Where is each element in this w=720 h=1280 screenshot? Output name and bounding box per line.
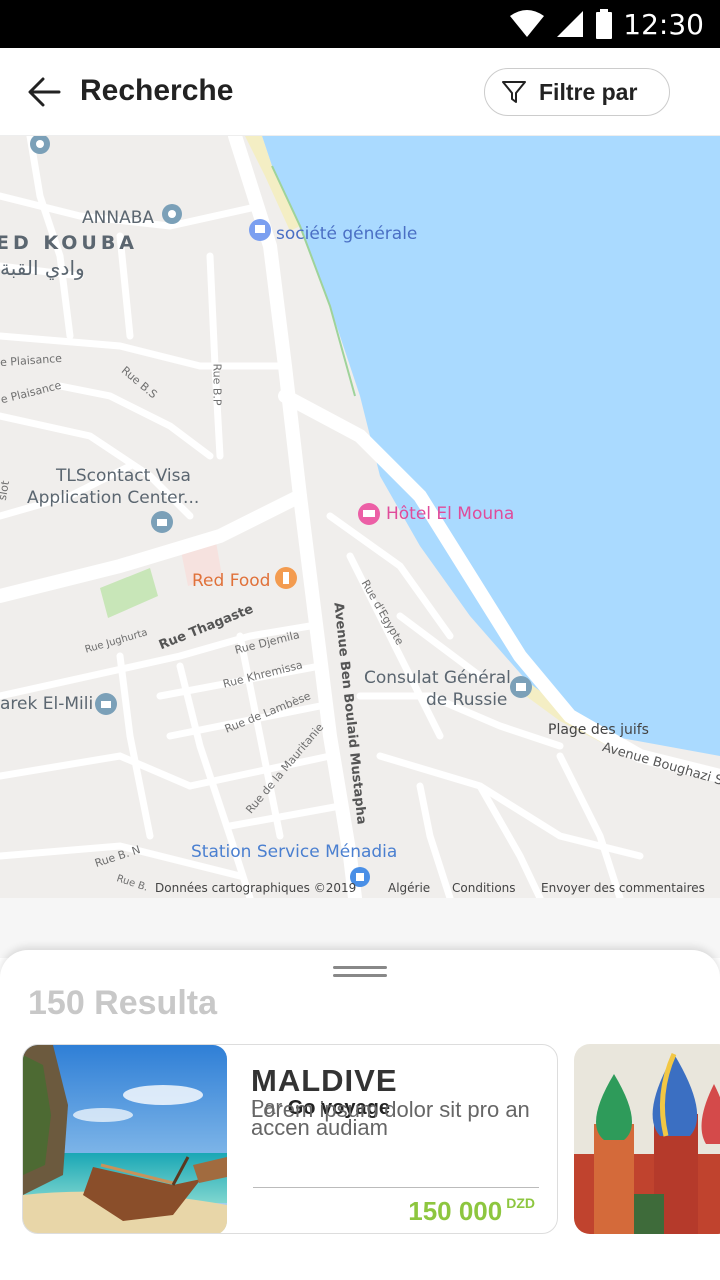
map-label-hotel: Hôtel El Mouna [386, 504, 515, 524]
drag-handle[interactable] [333, 966, 387, 980]
result-card-next[interactable] [574, 1044, 720, 1234]
result-card-currency: DZD [506, 1195, 535, 1211]
result-card-description: Lorem ipsum dolor sit pro an accen audia… [251, 1097, 530, 1140]
arrow-left-icon [28, 77, 61, 107]
map-label-plage: Plage des juifs [548, 722, 649, 738]
wifi-icon [510, 10, 545, 37]
filter-button[interactable]: Filtre par [484, 68, 670, 116]
result-card-next-image [574, 1044, 720, 1234]
map-view[interactable]: ANNABA ED KOUBA وادي القبة société génér… [0, 136, 720, 898]
map-label-kouba-ar: وادي القبة [0, 256, 85, 280]
map-attribution-country: Algérie [388, 881, 431, 895]
map-label-societe: société générale [276, 224, 418, 244]
results-sheet[interactable]: 150 Resulta MALDIVE Par Go voyage Lorem … [0, 950, 720, 1280]
pin-hotel [358, 503, 380, 525]
signal-icon [557, 11, 584, 37]
map-feedback-link[interactable]: Envoyer des commentaires [541, 881, 705, 895]
back-button[interactable] [22, 70, 66, 114]
pin-tarek [95, 693, 117, 715]
app-bar: Recherche Filtre par [0, 48, 720, 136]
pin-consulat [510, 676, 532, 698]
map-label-tls-2: Application Center... [27, 488, 200, 508]
results-count: 150 Resulta [28, 984, 217, 1022]
filter-icon [502, 81, 526, 103]
map-terms-link[interactable]: Conditions [452, 881, 516, 895]
battery-icon [596, 9, 613, 39]
map-label-station: Station Service Ménadia [191, 842, 398, 862]
map-bottom-strip [0, 898, 720, 958]
pin-tlscontact [151, 511, 173, 533]
result-card-price-value: 150 000 [408, 1196, 503, 1226]
map-label-tls-1: TLScontact Visa [56, 466, 191, 486]
filter-label: Filtre par [539, 78, 638, 105]
map-label-consulat-2: de Russie [426, 690, 508, 710]
result-card-image [23, 1045, 227, 1233]
pin-annaba [162, 204, 182, 224]
map-label-annaba: ANNABA [82, 208, 154, 228]
pin-redfood [275, 567, 297, 589]
page-title: Recherche [80, 74, 234, 107]
map-attribution-data: Données cartographiques ©2019 [155, 881, 357, 895]
result-card-divider [253, 1187, 539, 1188]
map-label-kouba: ED KOUBA [0, 232, 139, 254]
result-card-price: 150 000 DZD [408, 1195, 535, 1227]
pin-societe-generale [249, 219, 271, 241]
result-card-title: MALDIVE [251, 1063, 398, 1098]
clock: 12:30 [623, 7, 704, 41]
map-label-tarek: arek El-Mili [0, 694, 94, 714]
status-bar: 12:30 [0, 0, 720, 48]
map-label-rue-bp: Rue B.P [210, 363, 224, 406]
map-label-redfood: Red Food [192, 571, 271, 591]
result-card[interactable]: MALDIVE Par Go voyage Lorem ipsum dolor … [22, 1044, 558, 1234]
map-label-consulat-1: Consulat Général [364, 668, 511, 688]
